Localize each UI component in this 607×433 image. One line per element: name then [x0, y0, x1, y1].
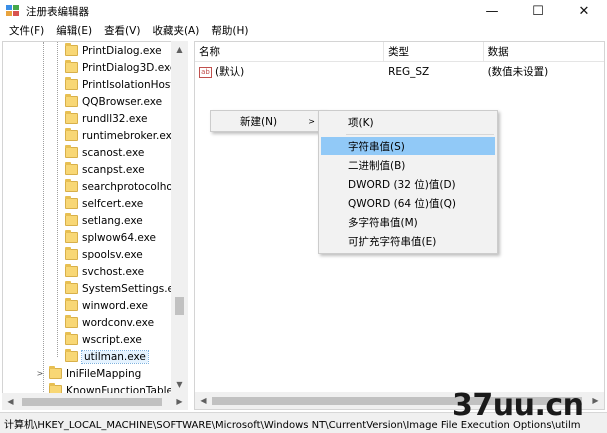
- folder-icon: [49, 366, 62, 379]
- tree-item[interactable]: SystemSettings.ex: [65, 280, 180, 297]
- folder-icon: [65, 196, 78, 209]
- menu-view[interactable]: 查看(V): [98, 22, 146, 41]
- folder-icon: [65, 213, 78, 226]
- tree-item[interactable]: PrintDialog3D.exe: [65, 59, 176, 76]
- tree-item[interactable]: scanpst.exe: [65, 161, 145, 178]
- registry-tree[interactable]: PrintDialog.exe PrintDialog3D.exe PrintI…: [2, 41, 188, 410]
- tree-item[interactable]: PrintIsolationHost: [65, 76, 175, 93]
- list-header: 名称 类型 数据: [195, 42, 604, 62]
- table-row[interactable]: ab (默认) REG_SZ (数值未设置): [195, 63, 604, 81]
- tree-item[interactable]: runtimebroker.exe: [65, 127, 178, 144]
- tree-item[interactable]: > IniFileMapping: [35, 365, 141, 382]
- scroll-left-icon[interactable]: ◀: [195, 392, 212, 409]
- folder-icon: [65, 145, 78, 158]
- folder-icon: [65, 315, 78, 328]
- tree-item[interactable]: scanost.exe: [65, 144, 144, 161]
- value-type-cell: REG_SZ: [388, 66, 430, 78]
- tree-vertical-scroll-thumb[interactable]: [175, 297, 184, 315]
- menu-item-binary-value[interactable]: 二进制值(B): [321, 156, 495, 174]
- context-menu: 新建(N) >: [210, 110, 326, 132]
- folder-icon: [65, 179, 78, 192]
- tree-connector-line: [57, 42, 58, 357]
- submenu-arrow-icon: >: [308, 117, 315, 126]
- close-button[interactable]: ✕: [561, 0, 607, 22]
- tree-item[interactable]: selfcert.exe: [65, 195, 143, 212]
- tree-horizontal-scroll-thumb[interactable]: [22, 398, 162, 406]
- new-submenu: 项(K) 字符串值(S) 二进制值(B) DWORD (32 位)值(D) QW…: [318, 110, 498, 254]
- maximize-button[interactable]: ☐: [515, 0, 561, 22]
- folder-icon: [65, 111, 78, 124]
- tree-horizontal-scrollbar[interactable]: ◀ ▶: [2, 393, 188, 410]
- folder-icon: [65, 43, 78, 56]
- menu-item-qword-value[interactable]: QWORD (64 位)值(Q): [321, 194, 495, 212]
- column-header-data[interactable]: 数据: [484, 42, 604, 62]
- scroll-left-icon[interactable]: ◀: [2, 393, 19, 410]
- tree-item[interactable]: rundll32.exe: [65, 110, 147, 127]
- menu-item-dword-value[interactable]: DWORD (32 位)值(D): [321, 175, 495, 193]
- regedit-app-icon: [6, 5, 20, 17]
- tree-item-selected[interactable]: utilman.exe: [65, 348, 149, 365]
- folder-icon: [65, 94, 78, 107]
- tree-item[interactable]: searchprotocolho: [65, 178, 173, 195]
- folder-icon: [65, 332, 78, 345]
- tree-item[interactable]: wscript.exe: [65, 331, 142, 348]
- tree-item[interactable]: setlang.exe: [65, 212, 143, 229]
- window-title: 注册表编辑器: [26, 5, 89, 18]
- tree-item[interactable]: QQBrowser.exe: [65, 93, 162, 110]
- site-watermark: 37uu.cn: [452, 388, 607, 433]
- tree-item[interactable]: PrintDialog.exe: [65, 42, 162, 59]
- tree-connector-line: [43, 42, 44, 402]
- menu-item-new-label: 新建(N): [240, 116, 278, 128]
- value-data-cell: (数值未设置): [487, 66, 549, 78]
- tree-item[interactable]: svchost.exe: [65, 263, 144, 280]
- menu-edit[interactable]: 编辑(E): [50, 22, 98, 41]
- menu-favorites[interactable]: 收藏夹(A): [146, 22, 205, 41]
- folder-icon: [65, 281, 78, 294]
- menu-item-new[interactable]: 新建(N) >: [213, 113, 323, 130]
- tree-item[interactable]: spoolsv.exe: [65, 246, 143, 263]
- menu-separator: [346, 134, 494, 135]
- folder-icon: [65, 60, 78, 73]
- menu-file[interactable]: 文件(F): [3, 22, 50, 41]
- folder-icon: [65, 264, 78, 277]
- title-bar: 注册表编辑器 — ☐ ✕: [0, 0, 607, 22]
- folder-icon: [65, 349, 78, 362]
- menu-help[interactable]: 帮助(H): [205, 22, 254, 41]
- folder-icon: [65, 77, 78, 90]
- folder-icon: [65, 247, 78, 260]
- tree-item[interactable]: wordconv.exe: [65, 314, 154, 331]
- scroll-right-icon[interactable]: ▶: [171, 393, 188, 410]
- minimize-button[interactable]: —: [469, 0, 515, 22]
- tree-item[interactable]: splwow64.exe: [65, 229, 156, 246]
- column-header-type[interactable]: 类型: [384, 42, 484, 62]
- watermark-text: 37uu.cn: [452, 388, 584, 423]
- menu-bar: 文件(F) 编辑(E) 查看(V) 收藏夹(A) 帮助(H): [0, 22, 607, 41]
- menu-item-multi-string-value[interactable]: 多字符串值(M): [321, 213, 495, 231]
- scroll-up-icon[interactable]: ▲: [171, 41, 188, 58]
- menu-item-expandable-string-value[interactable]: 可扩充字符串值(E): [321, 232, 495, 250]
- expand-arrow-icon[interactable]: >: [35, 369, 45, 378]
- menu-item-string-value[interactable]: 字符串值(S): [321, 137, 495, 155]
- value-name-cell: ab (默认): [195, 63, 384, 81]
- string-value-icon: ab: [199, 66, 212, 78]
- folder-icon: [65, 128, 78, 141]
- folder-icon: [65, 298, 78, 311]
- tree-vertical-scrollbar[interactable]: ▲ ▼: [171, 41, 188, 393]
- column-header-name[interactable]: 名称: [195, 42, 385, 62]
- tree-item[interactable]: winword.exe: [65, 297, 148, 314]
- menu-item-key[interactable]: 项(K): [321, 113, 495, 131]
- folder-icon: [65, 162, 78, 175]
- scroll-down-icon[interactable]: ▼: [171, 376, 188, 393]
- value-name: (默认): [215, 66, 245, 78]
- folder-icon: [65, 230, 78, 243]
